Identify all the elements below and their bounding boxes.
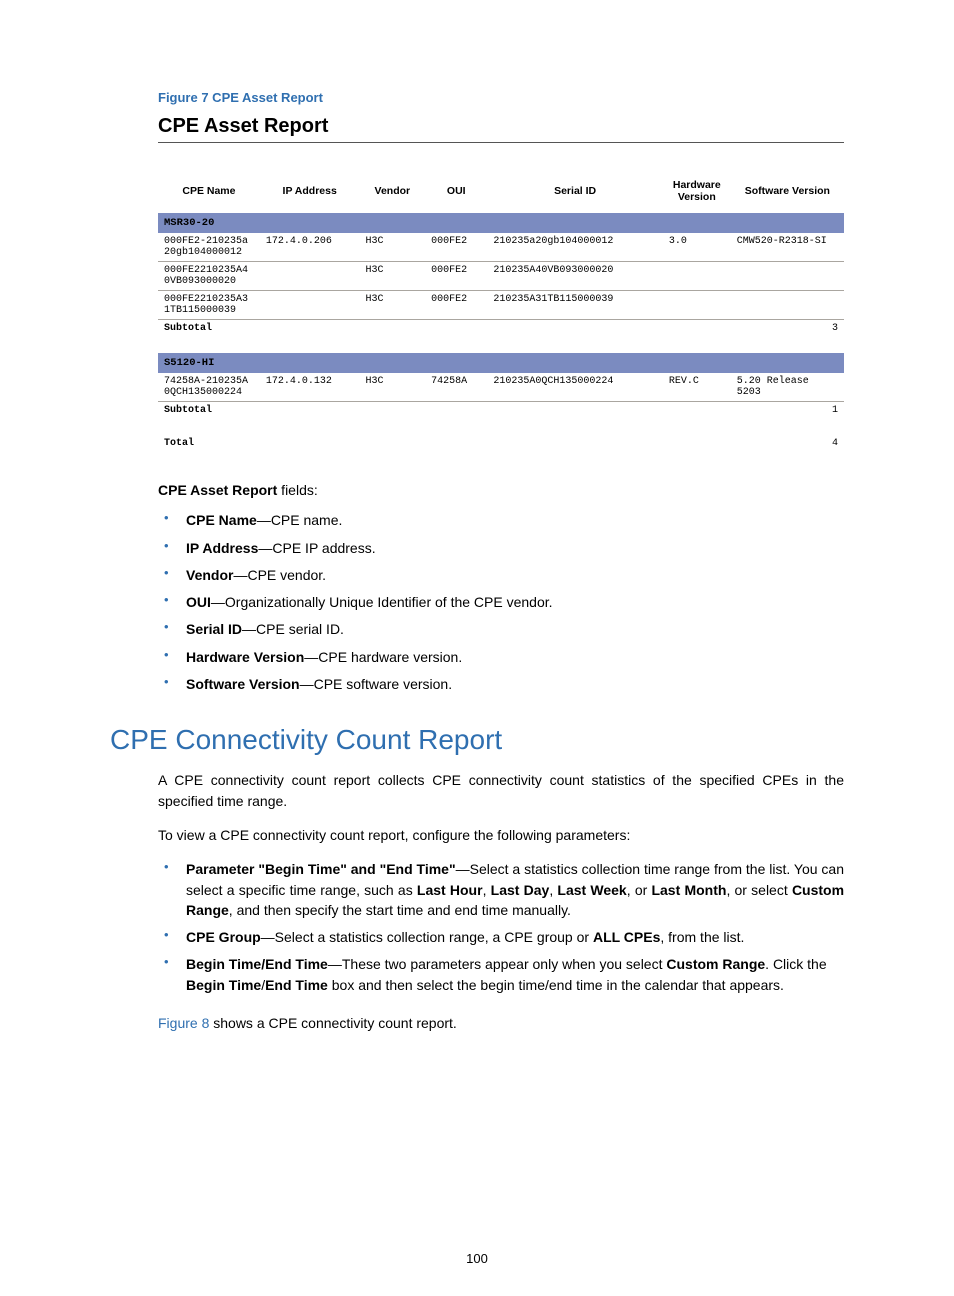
group-name: MSR30-20 — [158, 213, 844, 233]
cell: 74258A-210235A0QCH135000224 — [158, 373, 260, 402]
field-term: IP Address — [186, 540, 258, 556]
group-name: S5120-HI — [158, 353, 844, 373]
field-term: CPE Name — [186, 512, 257, 528]
col-sw: Software Version — [731, 169, 844, 213]
field-desc: —Organizationally Unique Identifier of t… — [211, 594, 553, 610]
cell: CMW520-R2318-SI — [731, 233, 844, 262]
fields-intro-bold: CPE Asset Report — [158, 482, 277, 498]
fields-intro: CPE Asset Report fields: — [158, 480, 844, 500]
figure-ref-rest: shows a CPE connectivity count report. — [209, 1015, 456, 1031]
table-row: 000FE2210235A31TB115000039H3C000FE221023… — [158, 291, 844, 320]
list-item: Parameter "Begin Time" and "End Time"—Se… — [158, 859, 844, 920]
field-term: OUI — [186, 594, 211, 610]
subtotal-value: 3 — [731, 320, 844, 338]
cell: H3C — [359, 291, 425, 320]
cell: 210235A0QCH135000224 — [487, 373, 662, 402]
field-desc: —CPE IP address. — [258, 540, 375, 556]
table-row: 000FE2-210235a20gb104000012172.4.0.206H3… — [158, 233, 844, 262]
field-term: Hardware Version — [186, 649, 304, 665]
list-item: IP Address—CPE IP address. — [158, 538, 844, 558]
cell: 000FE2 — [425, 233, 487, 262]
subtotal-label: Subtotal — [158, 402, 260, 420]
list-item: Hardware Version—CPE hardware version. — [158, 647, 844, 667]
field-desc: —CPE vendor. — [233, 567, 326, 583]
group-row: S5120-HI — [158, 353, 844, 373]
cell: 210235a20gb104000012 — [487, 233, 662, 262]
table-row: 74258A-210235A0QCH135000224172.4.0.132H3… — [158, 373, 844, 402]
subtotal-row: Subtotal 3 — [158, 320, 844, 338]
col-cpe-name: CPE Name — [158, 169, 260, 213]
cell: 172.4.0.206 — [260, 233, 360, 262]
cell: H3C — [359, 262, 425, 291]
list-item: CPE Name—CPE name. — [158, 510, 844, 530]
cell: 74258A — [425, 373, 487, 402]
total-row: Total 4 — [158, 435, 844, 452]
cell: 000FE2 — [425, 262, 487, 291]
list-item: Serial ID—CPE serial ID. — [158, 619, 844, 639]
section-para-2: To view a CPE connectivity count report,… — [158, 825, 844, 845]
cell: 3.0 — [663, 233, 731, 262]
fields-intro-rest: fields: — [277, 482, 317, 498]
cell: 000FE2 — [425, 291, 487, 320]
cell — [663, 291, 731, 320]
cell — [731, 262, 844, 291]
cell: 000FE2-210235a20gb104000012 — [158, 233, 260, 262]
field-desc: —CPE name. — [257, 512, 343, 528]
field-desc: —CPE software version. — [300, 676, 453, 692]
params-list: Parameter "Begin Time" and "End Time"—Se… — [158, 859, 844, 995]
col-serial: Serial ID — [487, 169, 662, 213]
subtotal-row: Subtotal 1 — [158, 402, 844, 420]
list-item: OUI—Organizationally Unique Identifier o… — [158, 592, 844, 612]
fields-list: CPE Name—CPE name. IP Address—CPE IP addr… — [158, 510, 844, 694]
field-desc: —CPE serial ID. — [242, 621, 344, 637]
field-term: Serial ID — [186, 621, 242, 637]
cell: 000FE2210235A31TB115000039 — [158, 291, 260, 320]
field-term: Vendor — [186, 567, 233, 583]
cell: 5.20 Release 5203 — [731, 373, 844, 402]
subtotal-value: 1 — [731, 402, 844, 420]
cell — [663, 262, 731, 291]
total-value: 4 — [731, 435, 844, 452]
field-desc: —CPE hardware version. — [304, 649, 462, 665]
section-heading: CPE Connectivity Count Report — [110, 724, 844, 756]
cell: 000FE2210235A40VB093000020 — [158, 262, 260, 291]
total-label: Total — [158, 435, 260, 452]
cell: H3C — [359, 373, 425, 402]
subtotal-label: Subtotal — [158, 320, 260, 338]
table-header-row: CPE Name IP Address Vendor OUI Serial ID… — [158, 169, 844, 213]
cell: H3C — [359, 233, 425, 262]
list-item: Vendor—CPE vendor. — [158, 565, 844, 585]
cell — [260, 291, 360, 320]
report-title: CPE Asset Report — [158, 115, 844, 138]
col-hw: Hardware Version — [663, 169, 731, 213]
group-row: MSR30-20 — [158, 213, 844, 233]
cell: 172.4.0.132 — [260, 373, 360, 402]
col-vendor: Vendor — [359, 169, 425, 213]
page-number: 100 — [0, 1251, 954, 1266]
cell: 210235A31TB115000039 — [487, 291, 662, 320]
cpe-asset-table: CPE Name IP Address Vendor OUI Serial ID… — [158, 169, 844, 452]
field-term: Software Version — [186, 676, 300, 692]
col-ip: IP Address — [260, 169, 360, 213]
figure-caption: Figure 7 CPE Asset Report — [158, 90, 844, 105]
cell — [731, 291, 844, 320]
cell — [260, 262, 360, 291]
list-item: CPE Group—Select a statistics collection… — [158, 927, 844, 947]
section-para-1: A CPE connectivity count report collects… — [158, 770, 844, 811]
cell: REV.C — [663, 373, 731, 402]
cell: 210235A40VB093000020 — [487, 262, 662, 291]
col-oui: OUI — [425, 169, 487, 213]
title-rule — [158, 142, 844, 143]
figure-reference: Figure 8 shows a CPE connectivity count … — [158, 1013, 844, 1033]
list-item: Begin Time/End Time—These two parameters… — [158, 954, 844, 995]
table-row: 000FE2210235A40VB093000020H3C000FE221023… — [158, 262, 844, 291]
list-item: Software Version—CPE software version. — [158, 674, 844, 694]
figure-8-link[interactable]: Figure 8 — [158, 1015, 209, 1031]
